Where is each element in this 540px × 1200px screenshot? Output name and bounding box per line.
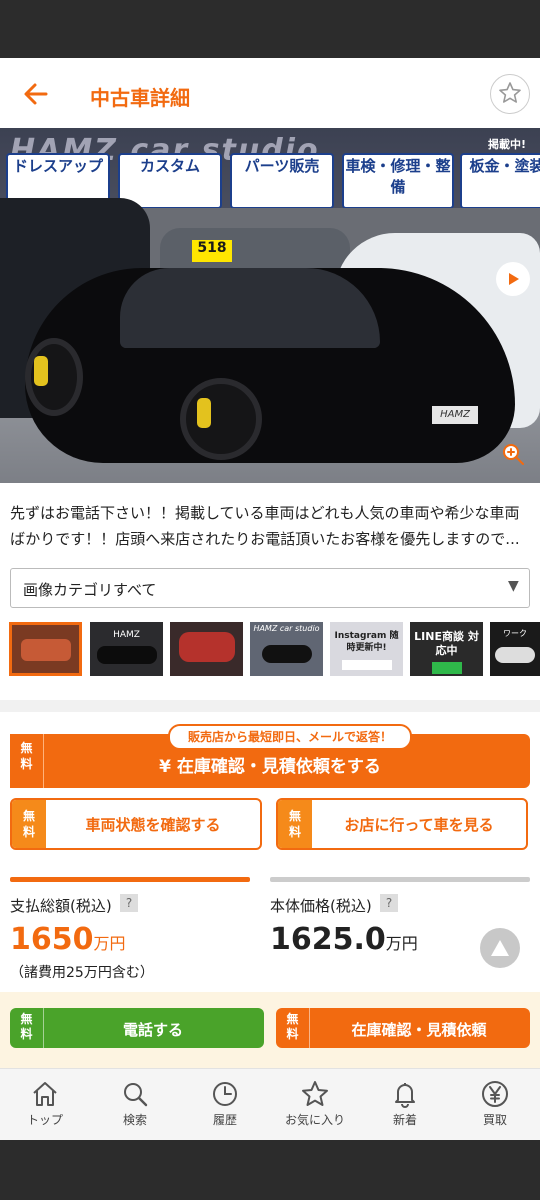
tab-label: 新着 [392, 1113, 417, 1127]
star-icon [499, 82, 521, 103]
call-button[interactable]: 無料 電話する [10, 1008, 264, 1048]
total-price-help-icon[interactable]: ? [120, 894, 138, 912]
shop-comment: 先ずはお電話下さい！！掲載している車両はどれも人気の車両や希少な車両ばかりです！… [10, 504, 520, 548]
body-price: 1625.0万円 [270, 922, 418, 957]
visit-store-button[interactable]: 無料 お店に行って車を見る [276, 798, 528, 850]
call-label: 電話する [122, 1021, 183, 1039]
car-photo[interactable]: HAMZ car studio 掲載中! ドレスアップ カスタム パーツ販売 車… [0, 128, 540, 483]
tab-label: 買取 [482, 1113, 507, 1127]
thumbnail[interactable]: LINE商談 対応中 [410, 622, 483, 676]
body-price-value: 1625.0 [270, 922, 386, 957]
arrow-left-icon [24, 83, 48, 105]
sign-bodywork: 板金・塗装 [460, 153, 540, 209]
tab-history[interactable]: 履歴 [180, 1069, 270, 1141]
sign-parts: パーツ販売 [230, 153, 334, 209]
image-category-value: 画像カテゴリすべて [23, 581, 157, 599]
total-price-indicator [10, 877, 250, 882]
body-price-indicator [270, 877, 530, 882]
home-icon [33, 1082, 57, 1106]
total-price-value: 1650 [10, 922, 94, 957]
total-price-label: 支払総額(税込) [10, 897, 112, 915]
tab-top[interactable]: トップ [0, 1069, 90, 1141]
zoom-in-icon [503, 444, 524, 465]
sign-service: 車検・修理・整備 [342, 153, 454, 209]
page-title: 中古車詳細 [90, 86, 190, 110]
status-bar [0, 0, 540, 58]
play-video-button[interactable] [496, 262, 530, 296]
free-badge: 無料 [276, 1008, 310, 1048]
tab-label: トップ [26, 1113, 63, 1127]
back-button[interactable] [22, 80, 52, 110]
tab-new[interactable]: 新着 [360, 1069, 450, 1141]
tab-favorites[interactable]: お気に入り [270, 1069, 360, 1141]
total-price-unit: 万円 [93, 934, 126, 953]
thumbnail[interactable]: Instagram 随時更新中! [330, 622, 403, 676]
thumbnail-strip: HAMZ HAMZ car studio Instagram 随時更新中! LI… [0, 622, 540, 678]
play-icon [509, 273, 519, 285]
front-wheel [180, 378, 262, 460]
thumbnail[interactable] [9, 622, 82, 676]
triangle-up-icon [491, 940, 509, 956]
body-price-unit: 万円 [385, 934, 418, 953]
free-badge: 無料 [10, 1008, 44, 1048]
license-plate: HAMZ [432, 406, 478, 424]
app-header [0, 58, 540, 128]
total-price-note: （諸費用25万円含む） [10, 965, 154, 981]
thumbnail[interactable]: HAMZ car studio [250, 622, 323, 676]
total-price: 1650万円 [10, 922, 126, 957]
estimate-button[interactable]: 無料 在庫確認・見積依頼 [276, 1008, 530, 1048]
check-condition-label: 車両状態を確認する [85, 816, 221, 834]
scroll-to-top-button[interactable] [480, 928, 520, 968]
thumbnail[interactable] [170, 622, 243, 676]
bottom-tab-bar: トップ 検索 履歴 お気に入り 新着 買取 [0, 1068, 540, 1141]
tab-buyback[interactable]: 買取 [450, 1069, 540, 1141]
inquiry-estimate-label: ¥ 在庫確認・見積依頼をする [159, 757, 381, 777]
free-badge: 無料 [12, 800, 46, 848]
favorite-button[interactable] [490, 74, 530, 114]
thumbnail[interactable]: HAMZ [90, 622, 163, 676]
dropdown-arrow-icon: ▼ [508, 578, 519, 594]
reply-speed-bubble: 販売店から最短即日、メールで返答！ [168, 724, 412, 750]
zoom-button[interactable] [500, 442, 526, 468]
system-nav-bar [0, 1140, 540, 1200]
tab-label: 履歴 [212, 1113, 237, 1127]
visit-store-label: お店に行って車を見る [344, 816, 494, 834]
thumbnail[interactable]: ワーク [490, 622, 540, 676]
tab-label: お気に入り [284, 1113, 345, 1127]
banner-badge: 掲載中! [488, 138, 527, 151]
price-sticker: 518 [192, 240, 232, 262]
estimate-label: 在庫確認・見積依頼 [351, 1021, 487, 1039]
check-condition-button[interactable]: 無料 車両状態を確認する [10, 798, 262, 850]
body-price-help-icon[interactable]: ? [380, 894, 398, 912]
image-category-select[interactable]: 画像カテゴリすべて ▼ [10, 568, 530, 608]
star-icon [302, 1081, 328, 1106]
bell-icon [395, 1083, 415, 1108]
clock-icon [213, 1082, 237, 1106]
section-divider [0, 700, 540, 712]
free-badge: 無料 [278, 800, 312, 848]
yen-icon [482, 1081, 508, 1107]
tab-search[interactable]: 検索 [90, 1069, 180, 1141]
body-price-label: 本体価格(税込) [270, 897, 372, 915]
search-icon [124, 1083, 148, 1107]
tab-label: 検索 [122, 1113, 147, 1127]
